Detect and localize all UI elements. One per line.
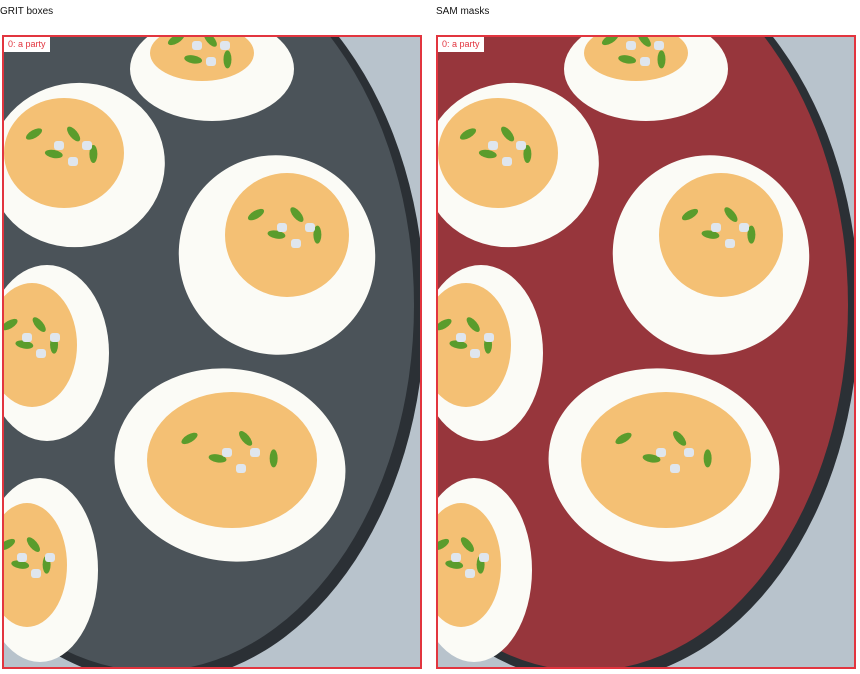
cheese-crumble (31, 569, 41, 578)
cheese-crumble (192, 41, 202, 50)
panel-title-sam: SAM masks (436, 6, 490, 17)
cheese-crumble (45, 553, 55, 562)
cheese-crumble (670, 464, 680, 473)
cheese-crumble (626, 41, 636, 50)
egg-filling (225, 173, 349, 297)
cheese-crumble (250, 448, 260, 457)
food-photo-sam (436, 35, 856, 669)
cheese-crumble (206, 57, 216, 66)
cheese-crumble (502, 157, 512, 166)
cheese-crumble (479, 553, 489, 562)
cheese-crumble (640, 57, 650, 66)
egg-filling (4, 98, 124, 208)
cheese-crumble (516, 141, 526, 150)
egg-filling (659, 173, 783, 297)
cheese-crumble (220, 41, 230, 50)
cheese-crumble (684, 448, 694, 457)
cheese-crumble (488, 141, 498, 150)
cheese-crumble (451, 553, 461, 562)
grit-panel: 0: a party (2, 35, 422, 669)
cheese-crumble (465, 569, 475, 578)
cheese-crumble (236, 464, 246, 473)
cheese-crumble (82, 141, 92, 150)
panel-title-grit: GRIT boxes (0, 6, 54, 17)
cheese-crumble (456, 333, 466, 342)
egg-filling (438, 98, 558, 208)
cheese-crumble (654, 41, 664, 50)
herb (703, 449, 712, 468)
cheese-crumble (291, 239, 301, 248)
herb (657, 50, 666, 69)
egg-filling (147, 392, 317, 528)
cheese-crumble (222, 448, 232, 457)
cheese-crumble (50, 333, 60, 342)
cheese-crumble (656, 448, 666, 457)
cheese-crumble (277, 223, 287, 232)
cheese-crumble (739, 223, 749, 232)
cheese-crumble (54, 141, 64, 150)
cheese-crumble (470, 349, 480, 358)
cheese-crumble (22, 333, 32, 342)
cheese-crumble (725, 239, 735, 248)
herb (223, 50, 232, 69)
sam-panel: 0: a party (436, 35, 856, 669)
herb (269, 449, 278, 468)
cheese-crumble (484, 333, 494, 342)
cheese-crumble (305, 223, 315, 232)
cheese-crumble (711, 223, 721, 232)
food-photo-grit (2, 35, 422, 669)
cheese-crumble (36, 349, 46, 358)
cheese-crumble (17, 553, 27, 562)
cheese-crumble (68, 157, 78, 166)
page: GRIT boxes 0: a party SAM masks 0: a par… (0, 0, 860, 674)
egg-filling (581, 392, 751, 528)
